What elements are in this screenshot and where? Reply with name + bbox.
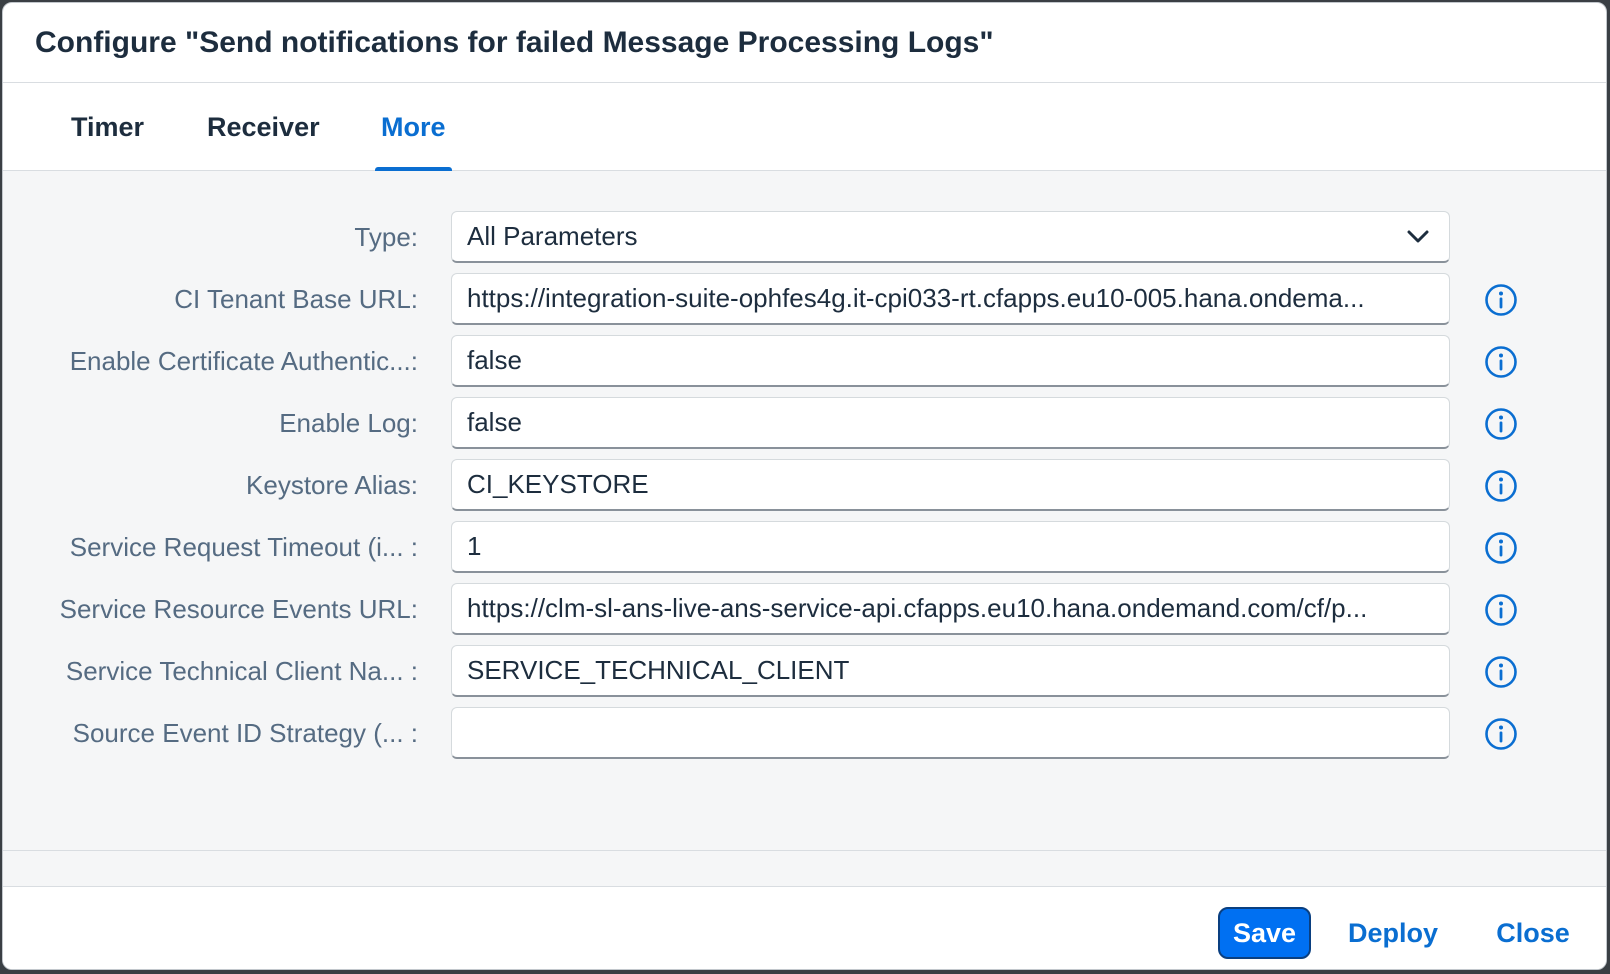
service-technical-client-name-input[interactable]: SERVICE_TECHNICAL_CLIENT xyxy=(451,645,1450,697)
service-technical-client-name-label: Service Technical Client Na... : xyxy=(65,655,418,686)
dialog-header: Configure "Send notifications for failed… xyxy=(3,3,1606,83)
form-content: Type: All Parameters CI Tenant Base URL:… xyxy=(3,171,1606,851)
tab-more[interactable]: More xyxy=(375,83,452,172)
source-event-id-strategy-label: Source Event ID Strategy (... : xyxy=(72,717,418,748)
enable-certificate-auth-label: Enable Certificate Authentic...: xyxy=(69,345,418,376)
form-row-keystore-alias: Keystore Alias: CI_KEYSTORE xyxy=(3,459,1606,511)
enable-log-input[interactable]: false xyxy=(451,397,1450,449)
keystore-alias-label: Keystore Alias: xyxy=(246,469,418,500)
info-icon[interactable] xyxy=(1484,717,1518,751)
enable-log-label: Enable Log: xyxy=(279,407,418,438)
info-icon[interactable] xyxy=(1484,407,1518,441)
form-row-source-event-id-strategy: Source Event ID Strategy (... : xyxy=(3,707,1606,759)
dialog-footer: Save Deploy Close xyxy=(3,887,1606,969)
tab-timer[interactable]: Timer xyxy=(71,83,144,171)
type-select[interactable]: All Parameters xyxy=(451,211,1450,263)
content-footer-separator xyxy=(3,851,1606,887)
configure-dialog: Configure "Send notifications for failed… xyxy=(2,2,1607,970)
service-resource-events-url-input[interactable]: https://clm-sl-ans-live-ans-service-api.… xyxy=(451,583,1450,635)
source-event-id-strategy-input[interactable] xyxy=(451,707,1450,759)
service-request-timeout-label: Service Request Timeout (i... : xyxy=(69,531,418,562)
info-icon[interactable] xyxy=(1484,283,1518,317)
service-request-timeout-input[interactable]: 1 xyxy=(451,521,1450,573)
ci-tenant-base-url-label: CI Tenant Base URL: xyxy=(174,283,418,314)
type-select-value: All Parameters xyxy=(467,221,638,251)
tab-receiver[interactable]: Receiver xyxy=(207,83,320,171)
service-resource-events-url-label: Service Resource Events URL: xyxy=(59,593,418,624)
type-label: Type: xyxy=(354,221,418,252)
tab-timer-label: Timer xyxy=(71,111,145,142)
form-row-service-request-timeout: Service Request Timeout (i... : 1 xyxy=(3,521,1606,573)
enable-certificate-auth-input[interactable]: false xyxy=(451,335,1450,387)
form-row-service-technical-client-name: Service Technical Client Na... : SERVICE… xyxy=(3,645,1606,697)
keystore-alias-input[interactable]: CI_KEYSTORE xyxy=(451,459,1450,511)
form-row-enable-certificate-auth: Enable Certificate Authentic...: false xyxy=(3,335,1606,387)
ci-tenant-base-url-input[interactable]: https://integration-suite-ophfes4g.it-cp… xyxy=(451,273,1450,325)
tab-strip: Timer Receiver More xyxy=(3,83,1606,172)
form-row-enable-log: Enable Log: false xyxy=(3,397,1606,449)
deploy-button[interactable]: Deploy xyxy=(1338,907,1448,959)
info-icon[interactable] xyxy=(1484,593,1518,627)
form-row-ci-tenant-base-url: CI Tenant Base URL: https://integration-… xyxy=(3,273,1606,325)
chevron-down-icon[interactable] xyxy=(1405,224,1431,250)
save-button[interactable]: Save xyxy=(1218,907,1311,959)
info-icon[interactable] xyxy=(1484,345,1518,379)
tab-receiver-label: Receiver xyxy=(207,111,320,142)
form-row-type: Type: All Parameters xyxy=(3,211,1606,263)
dialog-title: Configure "Send notifications for failed… xyxy=(35,25,994,59)
info-icon[interactable] xyxy=(1484,469,1518,503)
form-row-service-resource-events-url: Service Resource Events URL: https://clm… xyxy=(3,583,1606,635)
info-icon[interactable] xyxy=(1484,655,1518,689)
close-button[interactable]: Close xyxy=(1483,907,1583,959)
info-icon[interactable] xyxy=(1484,531,1518,565)
tab-more-label: More xyxy=(381,111,446,142)
